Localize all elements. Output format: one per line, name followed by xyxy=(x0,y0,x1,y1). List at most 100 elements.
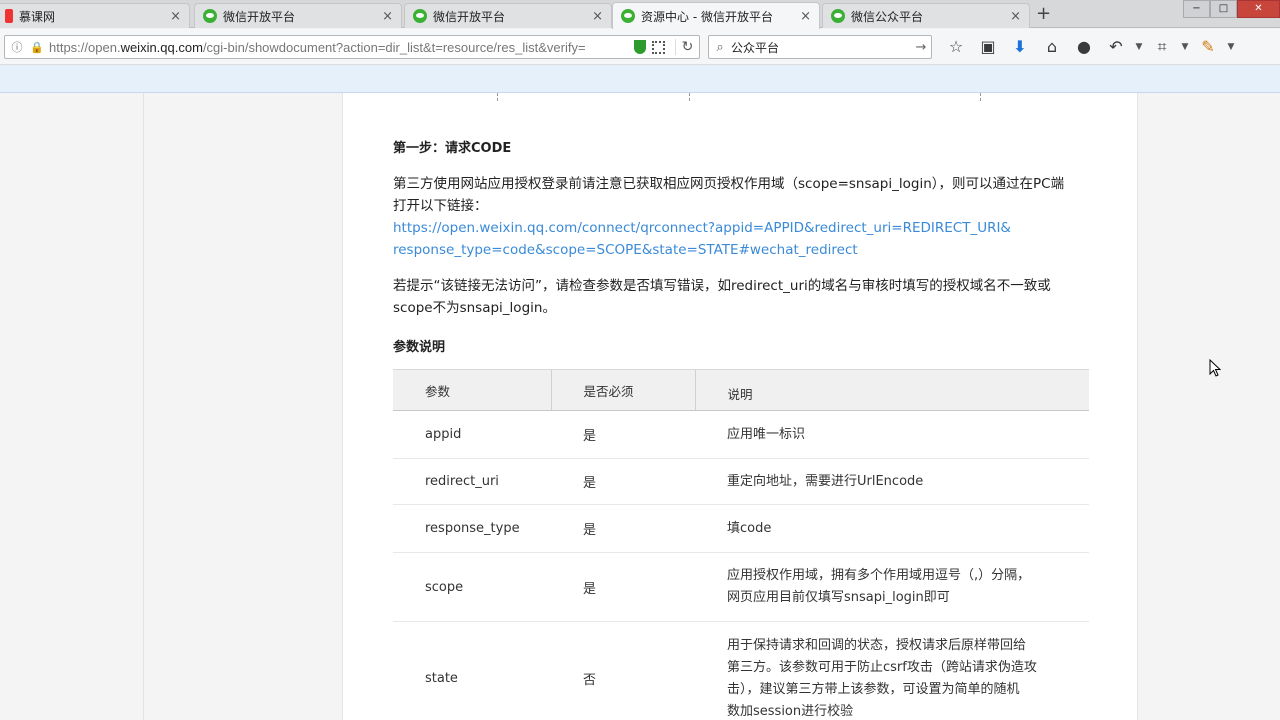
wechat-favicon-icon xyxy=(203,9,217,23)
table-row: redirect_uri 是 重定向地址，需要进行UrlEncode xyxy=(393,458,1089,505)
lock-icon[interactable]: 🔒 xyxy=(29,41,45,54)
param-required: 是 xyxy=(551,458,695,505)
mouse-cursor-icon xyxy=(1209,359,1221,377)
search-box[interactable]: ⌕ 公众平台 → xyxy=(708,35,932,59)
url-text[interactable]: https://open.weixin.qq.com/cgi-bin/showd… xyxy=(49,40,628,55)
tab-close-icon[interactable]: × xyxy=(592,9,603,24)
chat-icon[interactable]: ● xyxy=(1068,35,1100,59)
tab-wechat-mp[interactable]: 微信公众平台 × xyxy=(822,3,1030,28)
tab-label: 微信公众平台 xyxy=(851,9,924,24)
toolbar-buttons: ☆ ▣ ⬇ ⌂ ● ↶ ▼ ⌗ ▼ ✎ ▼ xyxy=(940,35,1238,59)
page-viewport: 第一步：请求CODE 第三方使用网站应用授权登录前请注意已获取相应网页授权作用域… xyxy=(0,93,1280,720)
tab-close-icon[interactable]: × xyxy=(170,9,181,24)
tab-strip: 慕课网 × 微信开放平台 × 微信开放平台 × 资源中心 - 微信开放平台 × … xyxy=(0,0,1280,29)
close-window-button[interactable]: ✕ xyxy=(1237,0,1280,18)
step-title: 第一步：请求CODE xyxy=(393,141,512,156)
param-desc: 应用授权作用域，拥有多个作用域用逗号（,）分隔， 网页应用目前仅填写snsapi… xyxy=(695,552,1089,622)
search-icon: ⌕ xyxy=(716,39,724,55)
desc-line: 重定向地址，需要进行UrlEncode xyxy=(727,473,924,489)
table-row: state 否 用于保持请求和回调的状态，授权请求后原样带回给 第三方。该参数可… xyxy=(393,621,1089,720)
tab-close-icon[interactable]: × xyxy=(382,9,393,24)
url-rest: /cgi-bin/showdocument?action=dir_list&t=… xyxy=(202,39,586,55)
minimize-button[interactable]: − xyxy=(1183,0,1210,18)
imooc-favicon-icon xyxy=(5,9,13,23)
tab-close-icon[interactable]: × xyxy=(1010,9,1021,24)
desc-line: 网页应用目前仅填写snsapi_login即可 xyxy=(727,590,950,605)
param-name: scope xyxy=(393,552,551,622)
tab-close-icon[interactable]: × xyxy=(800,9,811,24)
chevron-down-icon[interactable]: ▼ xyxy=(1132,35,1146,59)
shield-icon[interactable] xyxy=(634,40,646,54)
qr-code-icon[interactable] xyxy=(652,40,665,54)
qrconnect-link[interactable]: https://open.weixin.qq.com/connect/qrcon… xyxy=(393,217,1093,239)
hint-line: 若提示“该链接无法访问”，请检查参数是否填写错误，如redirect_uri的域… xyxy=(393,278,1051,294)
sidebar-divider xyxy=(143,93,144,720)
bookmark-star-icon[interactable]: ☆ xyxy=(940,35,972,59)
window-controls: − □ ✕ xyxy=(1183,0,1280,18)
tab-label: 微信开放平台 xyxy=(433,9,506,24)
intro-line: 第三方使用网站应用授权登录前请注意已获取相应网页授权作用域（scope=snsa… xyxy=(393,176,1065,192)
param-name: redirect_uri xyxy=(393,458,551,505)
desc-line: 应用唯一标识 xyxy=(727,426,806,442)
url-domain: weixin.qq.com xyxy=(120,39,203,55)
address-bar[interactable]: ⓘ 🔒 https://open.weixin.qq.com/cgi-bin/s… xyxy=(4,35,700,59)
param-name: appid xyxy=(393,410,551,459)
navigation-bar: ⓘ 🔒 https://open.weixin.qq.com/cgi-bin/s… xyxy=(0,29,1280,65)
param-required: 是 xyxy=(551,410,695,459)
search-input[interactable]: 公众平台 xyxy=(731,39,911,56)
desc-line: 用于保持请求和回调的状态，授权请求后原样带回给 xyxy=(727,637,1027,653)
info-icon[interactable]: ⓘ xyxy=(9,39,25,55)
wechat-favicon-icon xyxy=(621,9,635,23)
column-header: 是否必须 xyxy=(550,369,695,411)
params-table: 参数 是否必须 说明 appid 是 应用唯一标识 redirect_uri 是… xyxy=(393,369,1089,720)
bookmarks-bar xyxy=(0,65,1280,93)
param-desc: 填code xyxy=(695,504,1089,553)
maximize-button[interactable]: □ xyxy=(1210,0,1237,18)
intro-paragraph: 第三方使用网站应用授权登录前请注意已获取相应网页授权作用域（scope=snsa… xyxy=(393,173,1093,261)
wechat-favicon-icon xyxy=(831,9,845,23)
new-tab-button[interactable]: + xyxy=(1036,4,1051,24)
qrconnect-link[interactable]: response_type=code&scope=SCOPE&state=STA… xyxy=(393,239,1093,261)
table-row: response_type 是 填code xyxy=(393,504,1089,553)
table-row: scope 是 应用授权作用域，拥有多个作用域用逗号（,）分隔， 网页应用目前仅… xyxy=(393,552,1089,622)
param-required: 是 xyxy=(551,504,695,553)
home-icon[interactable]: ⌂ xyxy=(1036,35,1068,59)
reload-icon[interactable]: ↻ xyxy=(675,39,699,55)
chevron-down-icon[interactable]: ▼ xyxy=(1224,35,1238,59)
screenshot-crop-icon[interactable]: ⌗ xyxy=(1146,35,1178,59)
desc-line: 数加session进行校验 xyxy=(727,703,854,719)
hint-paragraph: 若提示“该链接无法访问”，请检查参数是否填写错误，如redirect_uri的域… xyxy=(393,275,1093,319)
table-divider-mark xyxy=(980,93,981,101)
column-header: 说明 xyxy=(694,369,1089,411)
table-header-row: 参数 是否必须 说明 xyxy=(393,369,1089,411)
tab-label: 微信开放平台 xyxy=(223,9,296,24)
document-panel: 第一步：请求CODE 第三方使用网站应用授权登录前请注意已获取相应网页授权作用域… xyxy=(342,93,1138,720)
param-name: state xyxy=(393,621,551,720)
column-header: 参数 xyxy=(393,369,551,411)
undo-icon[interactable]: ↶ xyxy=(1100,35,1132,59)
tab-label: 慕课网 xyxy=(19,9,56,24)
desc-line: 应用授权作用域，拥有多个作用域用逗号（,）分隔， xyxy=(727,568,1031,583)
params-heading: 参数说明 xyxy=(393,340,446,355)
chevron-down-icon[interactable]: ▼ xyxy=(1178,35,1192,59)
param-desc: 重定向地址，需要进行UrlEncode xyxy=(695,458,1089,505)
tab-wechat-open-1[interactable]: 微信开放平台 × xyxy=(194,3,402,28)
extension-icon[interactable]: ✎ xyxy=(1192,35,1224,59)
wechat-favicon-icon xyxy=(413,9,427,23)
reader-view-icon[interactable]: ▣ xyxy=(972,35,1004,59)
download-icon[interactable]: ⬇ xyxy=(1004,35,1036,59)
tab-label: 资源中心 - 微信开放平台 xyxy=(641,9,773,24)
table-divider-mark xyxy=(689,93,690,101)
desc-line: 填code xyxy=(727,520,772,536)
param-desc: 用于保持请求和回调的状态，授权请求后原样带回给 第三方。该参数可用于防止csrf… xyxy=(695,621,1089,720)
tab-resource-center[interactable]: 资源中心 - 微信开放平台 × xyxy=(612,2,820,29)
table-row: appid 是 应用唯一标识 xyxy=(393,410,1089,459)
search-go-icon[interactable]: → xyxy=(911,40,931,55)
desc-line: 第三方。该参数可用于防止csrf攻击（跨站请求伪造攻 xyxy=(727,659,1037,675)
intro-line: 打开以下链接： xyxy=(393,198,488,214)
hint-line: scope不为snsapi_login。 xyxy=(393,300,556,316)
tab-imooc[interactable]: 慕课网 × xyxy=(0,3,190,28)
tab-wechat-open-2[interactable]: 微信开放平台 × xyxy=(404,3,612,28)
param-name: response_type xyxy=(393,504,551,553)
param-required: 是 xyxy=(551,552,695,622)
